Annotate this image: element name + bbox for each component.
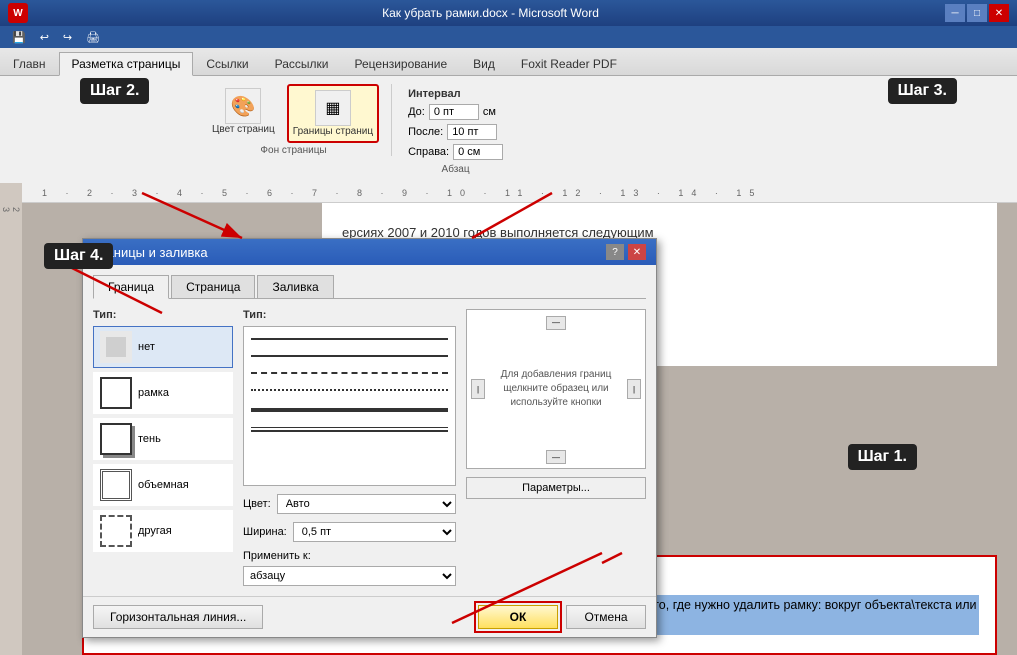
minimize-button[interactable]: ─ xyxy=(945,4,965,22)
ribbon-content: Шаг 2. 🎨 Цвет страниц ▦ Границы страниц … xyxy=(0,76,1017,183)
footer-left: Горизонтальная линия... xyxy=(93,605,263,629)
tab-foxit[interactable]: Foxit Reader PDF xyxy=(508,52,630,75)
style-solid[interactable] xyxy=(248,331,451,348)
after-input[interactable] xyxy=(447,124,497,140)
border-type-3d[interactable]: объемная xyxy=(93,464,233,506)
style-label: Тип: xyxy=(243,309,456,321)
horizontal-line-button[interactable]: Горизонтальная линия... xyxy=(93,605,263,629)
border-type-3d-label: объемная xyxy=(138,479,189,491)
border-type-none[interactable]: нет xyxy=(93,326,233,368)
preview-box: Для добавления границ щелкните образец и… xyxy=(466,309,646,469)
page-color-button[interactable]: 🎨 Цвет страниц xyxy=(208,84,279,139)
step1-label: Шаг 1. xyxy=(848,444,917,470)
style-thick[interactable] xyxy=(248,399,451,422)
apply-label: Применить к: xyxy=(243,550,456,562)
border-type-shadow-label: тень xyxy=(138,433,161,445)
tab-mailings[interactable]: Рассылки xyxy=(262,52,342,75)
title-bar: W Как убрать рамки.docx - Microsoft Word… xyxy=(0,0,1017,26)
before-label: До: xyxy=(408,106,425,118)
step4-label: Шаг 4. xyxy=(44,243,113,269)
dialog-titlebar: Границы и заливка ? ✕ xyxy=(83,239,656,265)
step3-label: Шаг 3. xyxy=(888,78,957,104)
width-row: Ширина: 0,5 пт xyxy=(243,522,456,542)
dialog-close-button[interactable]: ✕ xyxy=(628,244,646,260)
preview-buttons-group: Параметры... xyxy=(466,477,646,499)
style-dashed[interactable] xyxy=(248,365,451,382)
dialog-controls[interactable]: ? ✕ xyxy=(606,244,646,260)
dialog-footer: Горизонтальная линия... ОК Отмена xyxy=(83,596,656,637)
preview-top-border-button[interactable]: — xyxy=(546,316,566,330)
print-qat-button[interactable]: 🖨 xyxy=(82,29,104,46)
window-title: Как убрать рамки.docx - Microsoft Word xyxy=(36,6,945,20)
close-button[interactable]: ✕ xyxy=(989,4,1009,22)
preview-bottom-border-button[interactable]: — xyxy=(546,450,566,464)
before-input[interactable] xyxy=(429,104,479,120)
step2-label: Шаг 2. xyxy=(80,78,149,104)
border-type-none-label: нет xyxy=(138,341,155,353)
preview-right-border-button[interactable]: | xyxy=(627,379,641,399)
maximize-button[interactable]: □ xyxy=(967,4,987,22)
left-sidebar: 1234 xyxy=(0,183,22,655)
dialog-tabs: Граница Страница Заливка xyxy=(93,275,646,299)
footer-right: ОК Отмена xyxy=(478,605,646,629)
tab-page-layout[interactable]: Разметка страницы xyxy=(59,52,194,76)
style-solid2[interactable] xyxy=(248,348,451,365)
border-type-other[interactable]: другая xyxy=(93,510,233,552)
tab-review[interactable]: Рецензирование xyxy=(342,52,461,75)
tab-home[interactable]: Главн xyxy=(0,52,59,75)
params-button[interactable]: Параметры... xyxy=(466,477,646,499)
color-select[interactable]: Авто xyxy=(277,494,456,514)
page-borders-button[interactable]: ▦ Границы страниц xyxy=(287,84,379,143)
interval-label: Интервал xyxy=(408,88,503,100)
preview-left-border-button[interactable]: | xyxy=(471,379,485,399)
right-label: Справа: xyxy=(408,146,449,158)
width-select[interactable]: 0,5 пт xyxy=(293,522,456,542)
tab-view[interactable]: Вид xyxy=(460,52,508,75)
undo-qat-button[interactable]: ↩ xyxy=(36,29,53,46)
redo-qat-button[interactable]: ↪ xyxy=(59,29,76,46)
ribbon-tabs: Главн Разметка страницы Ссылки Рассылки … xyxy=(0,48,1017,76)
color-row: Цвет: Авто xyxy=(243,494,456,514)
dialog-help-button[interactable]: ? xyxy=(606,244,624,260)
after-label: После: xyxy=(408,126,443,138)
style-list[interactable] xyxy=(243,326,456,486)
type-label: Тип: xyxy=(93,309,233,321)
window-controls[interactable]: ─ □ ✕ xyxy=(945,4,1009,22)
apply-row: Применить к: абзацу xyxy=(243,550,456,586)
style-double[interactable] xyxy=(248,422,451,438)
width-label: Ширина: xyxy=(243,526,287,538)
quick-access-toolbar: 💾 ↩ ↪ 🖨 xyxy=(0,26,1017,48)
color-label: Цвет: xyxy=(243,498,271,510)
apply-select[interactable]: абзацу xyxy=(243,566,456,586)
border-type-frame[interactable]: рамка xyxy=(93,372,233,414)
style-dotted[interactable] xyxy=(248,382,451,399)
dialog-tab-fill[interactable]: Заливка xyxy=(257,275,333,298)
ruler: 1 · 2 · 3 · 4 · 5 · 6 · 7 · 8 · 9 · 10 ·… xyxy=(22,183,1017,203)
save-qat-button[interactable]: 💾 xyxy=(8,29,30,46)
dialog-tab-page[interactable]: Страница xyxy=(171,275,255,298)
dialog-tab-border[interactable]: Граница xyxy=(93,275,169,299)
app-icon: W xyxy=(8,3,28,23)
dialog-borders-fill: Границы и заливка ? ✕ Граница Страница З… xyxy=(82,238,657,638)
cm-unit1: см xyxy=(483,106,496,118)
preview-text: Для добавления границ щелкните образец и… xyxy=(467,358,645,420)
right-input[interactable] xyxy=(453,144,503,160)
border-type-frame-label: рамка xyxy=(138,387,169,399)
ok-button[interactable]: ОК xyxy=(478,605,558,629)
abzac-label: Абзац xyxy=(408,164,503,175)
border-type-shadow[interactable]: тень xyxy=(93,418,233,460)
cancel-button[interactable]: Отмена xyxy=(566,605,646,629)
tab-references[interactable]: Ссылки xyxy=(193,52,261,75)
border-type-other-label: другая xyxy=(138,525,172,537)
